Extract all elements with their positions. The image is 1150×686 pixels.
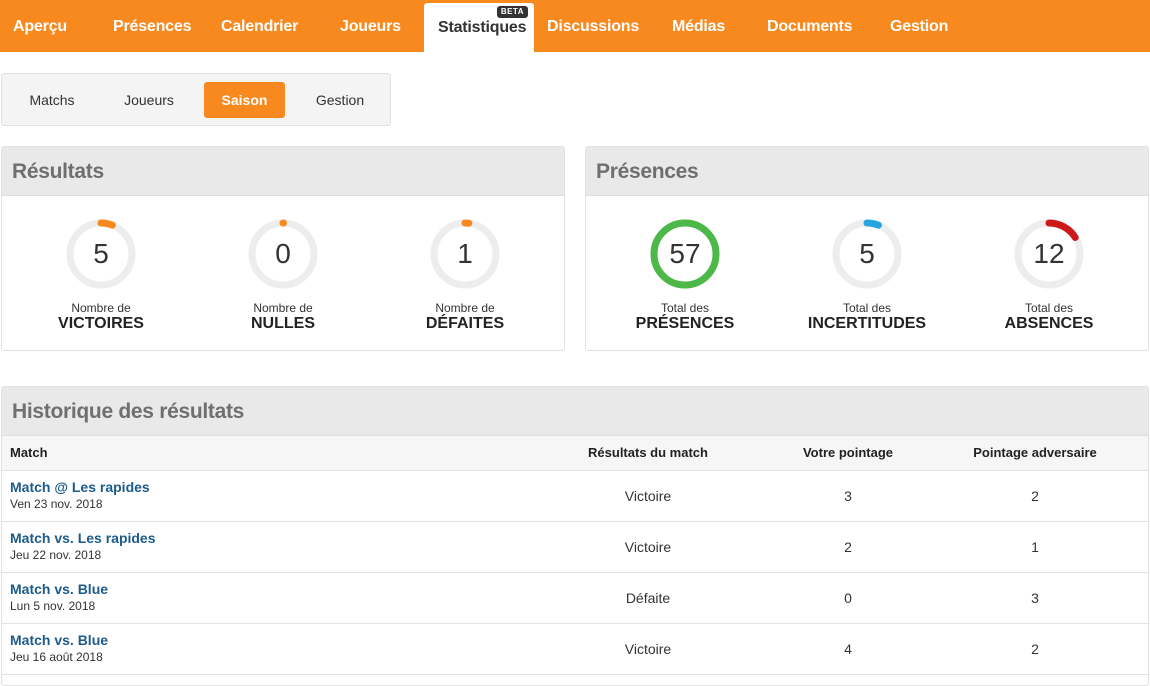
header-result: Résultats du match xyxy=(522,436,774,471)
history-table: Match Résultats du match Votre pointage … xyxy=(2,436,1148,675)
nav-tab-joueurs[interactable]: Joueurs xyxy=(340,0,401,52)
match-date: Ven 23 nov. 2018 xyxy=(10,497,103,511)
presences-panel: Présences 57 Total des PRÉSENCES 5 Total… xyxy=(585,146,1149,351)
top-navigation: Aperçu Présences Calendrier Joueurs Stat… xyxy=(0,0,1150,52)
nav-tab-discussions[interactable]: Discussions xyxy=(547,0,639,52)
match-cell: Match vs. Blue Jeu 16 août 2018 xyxy=(2,623,522,675)
our-score-cell: 0 xyxy=(774,572,922,624)
nav-tab-gestion[interactable]: Gestion xyxy=(890,0,948,52)
our-score-cell: 3 xyxy=(774,470,922,522)
presences-value: 57 xyxy=(669,238,701,269)
match-cell: Match vs. Les rapides Jeu 22 nov. 2018 xyxy=(2,521,522,573)
absences-caption: Total des xyxy=(1024,301,1074,315)
subtab-matchs[interactable]: Matchs xyxy=(10,82,94,118)
defaites-value: 1 xyxy=(457,238,473,269)
nav-tab-documents[interactable]: Documents xyxy=(767,0,853,52)
stat-presences: 57 Total des PRÉSENCES xyxy=(610,217,760,333)
table-row: Match vs. Blue Lun 5 nov. 2018 Défaite 0… xyxy=(2,572,1148,624)
match-link[interactable]: Match @ Les rapides xyxy=(10,479,522,496)
history-panel: Historique des résultats Match Résultats… xyxy=(1,386,1149,686)
history-header-row: Match Résultats du match Votre pointage … xyxy=(2,436,1148,471)
subtab-saison[interactable]: Saison xyxy=(204,82,285,118)
incertitudes-ring: 5 xyxy=(830,217,904,291)
results-title: Résultats xyxy=(2,147,564,196)
victoires-label: VICTOIRES xyxy=(58,315,144,332)
nulles-ring: 0 xyxy=(246,217,320,291)
presences-title: Présences xyxy=(586,147,1148,196)
absences-label: ABSENCES xyxy=(1004,315,1094,332)
stat-absences: 12 Total des ABSENCES xyxy=(974,217,1124,333)
stats-subtabs: Matchs Joueurs Saison Gestion xyxy=(1,73,391,126)
nulles-value: 0 xyxy=(275,238,291,269)
nulles-caption: Nombre de xyxy=(253,301,313,315)
incertitudes-label: INCERTITUDES xyxy=(807,315,927,332)
result-cell: Victoire xyxy=(522,470,774,522)
our-score-cell: 2 xyxy=(774,521,922,573)
defaites-ring: 1 xyxy=(428,217,502,291)
defaites-caption: Nombre de xyxy=(435,301,495,315)
absences-ring: 12 xyxy=(1012,217,1086,291)
stat-defaites: 1 Nombre de DÉFAITES xyxy=(390,217,540,333)
header-opponent-score: Pointage adversaire xyxy=(922,436,1148,471)
opponent-score-cell: 3 xyxy=(922,572,1148,624)
match-cell: Match vs. Blue Lun 5 nov. 2018 xyxy=(2,572,522,624)
presences-ring: 57 xyxy=(648,217,722,291)
presences-caption: Total des xyxy=(660,301,710,315)
our-score-cell: 4 xyxy=(774,623,922,675)
match-link[interactable]: Match vs. Les rapides xyxy=(10,530,522,547)
nav-tab-apercu[interactable]: Aperçu xyxy=(13,0,67,52)
nav-tab-presences[interactable]: Présences xyxy=(113,0,191,52)
match-link[interactable]: Match vs. Blue xyxy=(10,632,522,649)
history-title: Historique des résultats xyxy=(2,387,1148,436)
victoires-caption: Nombre de xyxy=(71,301,131,315)
match-date: Jeu 22 nov. 2018 xyxy=(10,548,102,562)
nav-tab-calendrier[interactable]: Calendrier xyxy=(221,0,298,52)
stat-incertitudes: 5 Total des INCERTITUDES xyxy=(792,217,942,333)
results-panel: Résultats 5 Nombre de VICTOIRES 0 Nombre… xyxy=(1,146,565,351)
match-date: Lun 5 nov. 2018 xyxy=(10,599,96,613)
defaites-label: DÉFAITES xyxy=(425,315,505,332)
nav-tab-statistiques-label: Statistiques xyxy=(438,19,527,36)
result-cell: Victoire xyxy=(522,623,774,675)
table-row: Match @ Les rapides Ven 23 nov. 2018 Vic… xyxy=(2,470,1148,522)
subtab-joueurs[interactable]: Joueurs xyxy=(106,82,192,118)
match-date: Jeu 16 août 2018 xyxy=(10,650,103,664)
result-cell: Défaite xyxy=(522,572,774,624)
incertitudes-value: 5 xyxy=(859,238,875,269)
opponent-score-cell: 2 xyxy=(922,623,1148,675)
opponent-score-cell: 1 xyxy=(922,521,1148,573)
nulles-label: NULLES xyxy=(251,315,315,332)
result-cell: Victoire xyxy=(522,521,774,573)
header-our-score: Votre pointage xyxy=(774,436,922,471)
header-match: Match xyxy=(2,436,522,471)
match-link[interactable]: Match vs. Blue xyxy=(10,581,522,598)
table-row: Match vs. Les rapides Jeu 22 nov. 2018 V… xyxy=(2,521,1148,573)
incertitudes-caption: Total des xyxy=(842,301,892,315)
stat-victoires: 5 Nombre de VICTOIRES xyxy=(26,217,176,333)
subtab-gestion[interactable]: Gestion xyxy=(298,82,382,118)
victoires-value: 5 xyxy=(93,238,109,269)
beta-badge: BETA xyxy=(496,6,528,18)
opponent-score-cell: 2 xyxy=(922,470,1148,522)
presences-label: PRÉSENCES xyxy=(635,315,735,332)
nav-tab-statistiques[interactable]: Statistiques BETA xyxy=(424,3,534,52)
nav-tab-medias[interactable]: Médias xyxy=(672,0,725,52)
table-row: Match vs. Blue Jeu 16 août 2018 Victoire… xyxy=(2,623,1148,675)
match-cell: Match @ Les rapides Ven 23 nov. 2018 xyxy=(2,470,522,522)
victoires-ring: 5 xyxy=(64,217,138,291)
absences-value: 12 xyxy=(1033,238,1065,269)
stat-nulles: 0 Nombre de NULLES xyxy=(208,217,358,333)
